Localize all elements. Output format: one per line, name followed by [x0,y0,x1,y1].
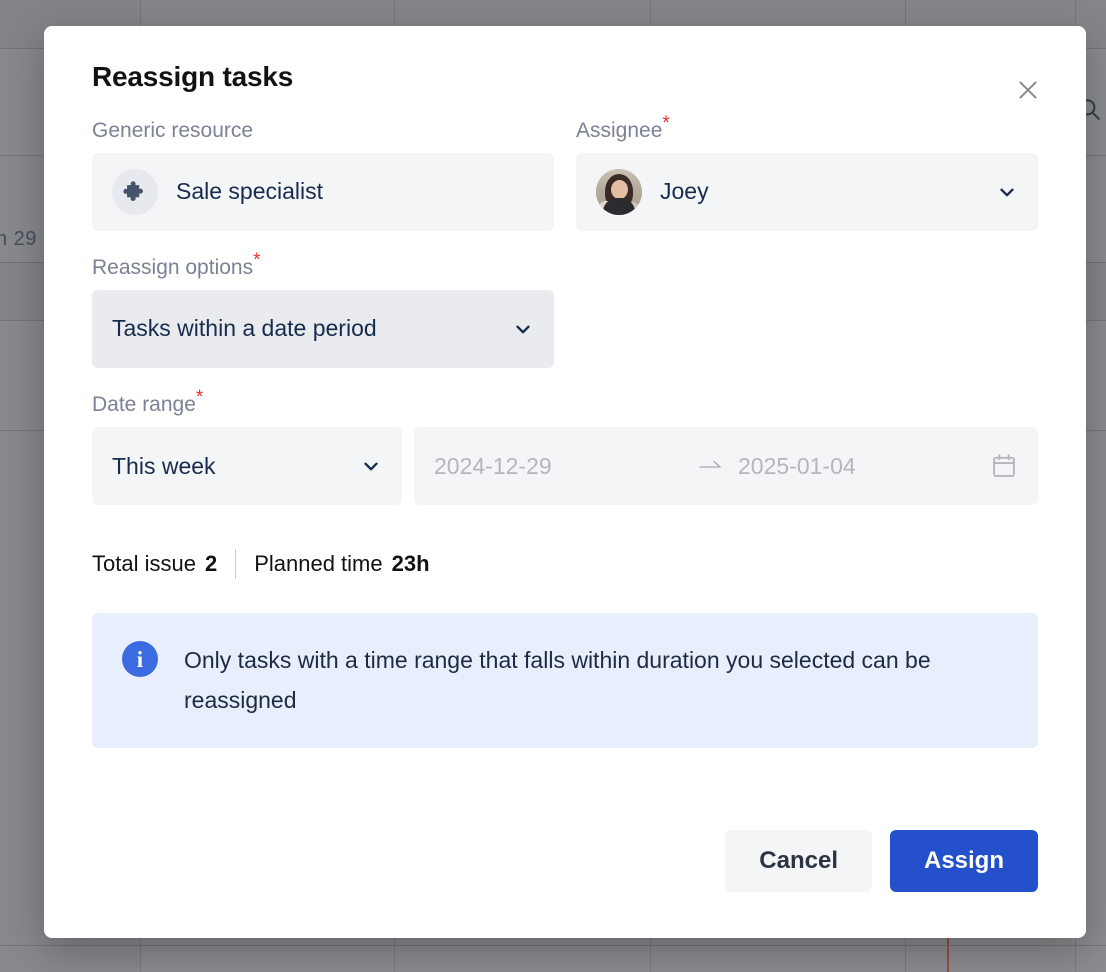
summary-row: Total issue 2 Planned time 23h [92,549,1038,580]
resource-assignee-row: Generic resource Sale specialist Assigne… [92,114,1038,231]
reassign-options-value: Tasks within a date period [112,315,377,342]
assignee-select[interactable]: Joey [576,152,1038,231]
close-icon[interactable] [1010,72,1046,108]
planned-time-label: Planned time [254,551,383,577]
generic-resource-label: Generic resource [92,118,254,142]
backdrop-row-line [0,945,1106,946]
avatar [596,168,642,215]
reassign-options-select[interactable]: Tasks within a date period [92,289,554,368]
info-icon: i [122,641,158,678]
assignee-field: Assignee* Joey [576,114,1038,231]
chevron-down-icon [996,181,1018,203]
required-marker: * [195,386,204,408]
reassign-options-field: Reassign options* Tasks within a date pe… [92,251,1038,368]
total-issue-label: Total issue [92,551,196,577]
info-banner-text: Only tasks with a time range that falls … [184,647,931,713]
generic-resource-field: Generic resource Sale specialist [92,118,554,231]
generic-resource-value-box: Sale specialist [92,152,554,231]
total-issue-value: 2 [204,551,218,577]
cancel-button[interactable]: Cancel [725,830,872,892]
backdrop-date-label: n 29 [0,228,37,250]
dialog-footer: Cancel Assign [92,830,1038,892]
reassign-tasks-dialog: Reassign tasks Generic resource Sale spe… [44,26,1086,938]
required-marker: * [662,112,670,134]
puzzle-piece-icon [112,168,158,215]
date-range-label: Date range* [92,388,1038,417]
reassign-options-label: Reassign options* [92,251,1038,280]
date-range-period-select[interactable]: This week [92,427,402,506]
end-date-input[interactable]: 2025-01-04 [738,453,988,480]
page-title: Reassign tasks [92,61,294,92]
arrow-right-icon [698,458,724,474]
date-range-label-text: Date range [92,392,196,416]
date-range-field: Date range* This week 2024-12-29 2025-01… [92,388,1038,506]
generic-resource-value: Sale specialist [176,178,324,205]
calendar-icon[interactable] [990,452,1018,480]
summary-divider [235,549,237,580]
assignee-label-text: Assignee [576,118,663,142]
chevron-down-icon [360,455,382,477]
date-range-picker[interactable]: 2024-12-29 2025-01-04 [414,427,1038,506]
chevron-down-icon [512,318,534,340]
reassign-options-label-text: Reassign options [92,255,254,279]
planned-time-value: 23h [391,551,430,577]
start-date-input[interactable]: 2024-12-29 [434,453,684,480]
required-marker: * [253,249,261,271]
info-banner: i Only tasks with a time range that fall… [92,613,1038,749]
assignee-label: Assignee* [576,114,1038,143]
assign-button[interactable]: Assign [889,830,1038,892]
date-range-period-value: This week [112,452,216,479]
assignee-value: Joey [660,178,709,205]
